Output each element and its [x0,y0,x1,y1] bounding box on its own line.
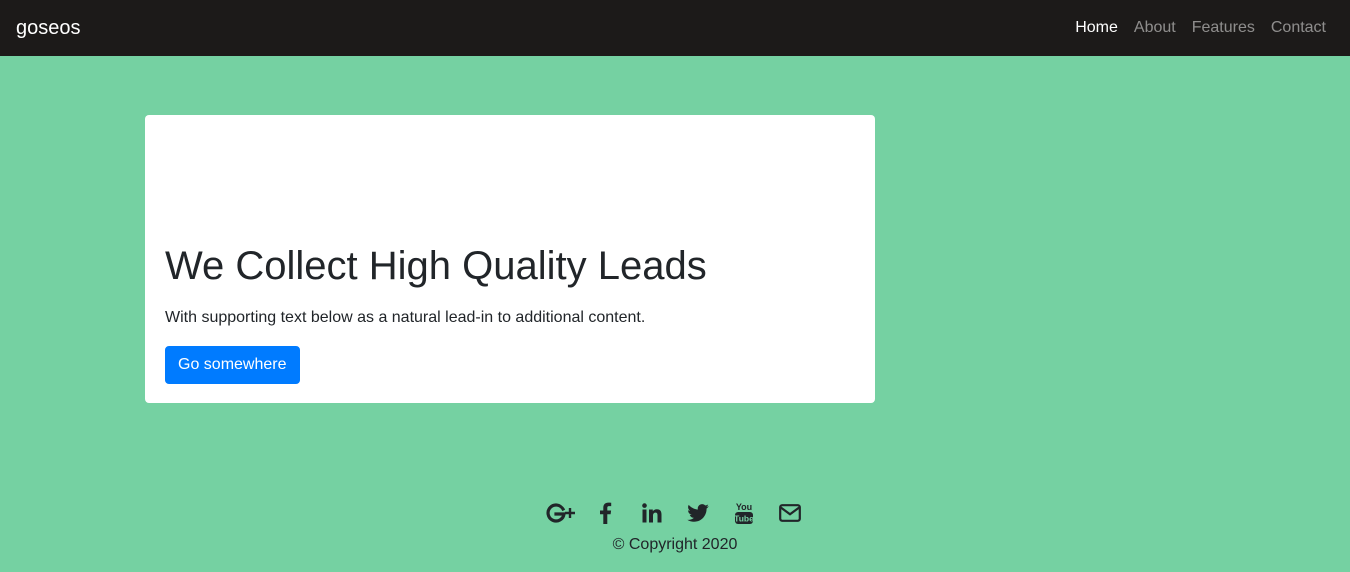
nav-links: Home About Features Contact [1067,11,1334,45]
card-text: With supporting text below as a natural … [165,309,646,326]
linkedin-icon [642,503,662,523]
svg-text:You: You [736,502,752,512]
copyright-text: © Copyright 2020 [612,536,738,553]
card-title: We Collect High Quality Leads [165,244,707,288]
nav-link-home[interactable]: Home [1067,11,1126,45]
envelope-icon [779,504,801,522]
go-somewhere-button[interactable]: Go somewhere [165,346,300,384]
nav-link-contact[interactable]: Contact [1263,11,1334,45]
twitter-icon [687,504,709,522]
email-link[interactable] [775,498,805,528]
facebook-icon [600,502,612,524]
youtube-link[interactable]: You Tube [729,498,759,528]
brand-link[interactable]: goseos [16,17,81,40]
facebook-link[interactable] [591,498,621,528]
google-plus-link[interactable] [545,498,575,528]
google-plus-icon [546,503,575,523]
social-links: You Tube [0,498,1350,528]
youtube-icon: You Tube [734,502,754,524]
nav-link-about[interactable]: About [1126,11,1184,45]
svg-text:Tube: Tube [734,514,754,524]
hero-card: We Collect High Quality Leads With suppo… [145,115,875,403]
twitter-link[interactable] [683,498,713,528]
navbar: goseos Home About Features Contact [0,0,1350,56]
linkedin-link[interactable] [637,498,667,528]
nav-link-features[interactable]: Features [1184,11,1263,45]
